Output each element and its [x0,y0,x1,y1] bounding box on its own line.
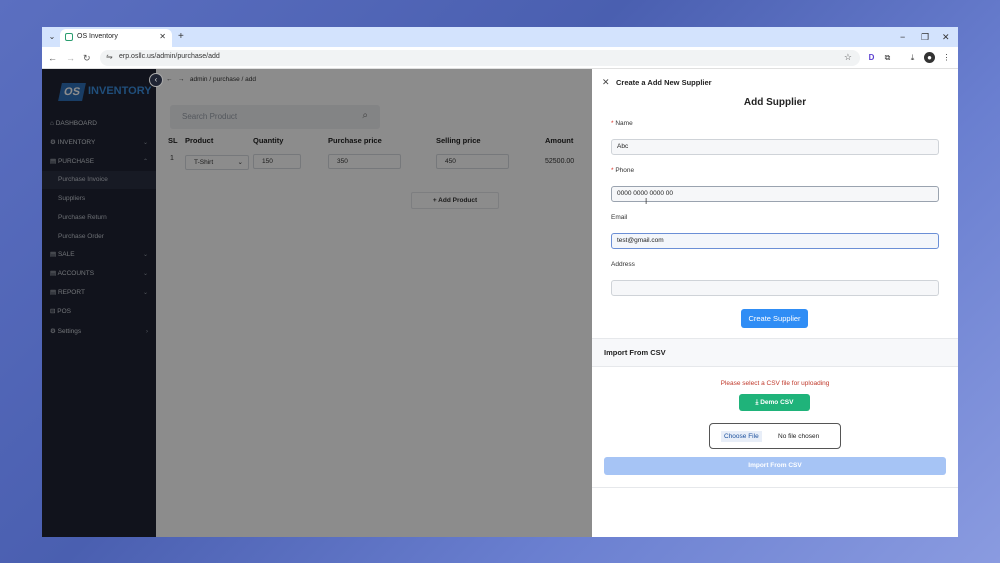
tab-close-icon[interactable]: ✕ [159,32,166,41]
extension-d-icon[interactable]: D [866,52,877,63]
reload-icon[interactable]: ↻ [83,52,91,64]
form-title: Add Supplier [743,97,807,108]
text-cursor-icon: I [645,197,648,206]
phone-label: * Phone [611,167,635,174]
phone-field[interactable]: 0000 0000 0000 00 [611,186,939,202]
tab-search-icon[interactable]: ⌄ [46,31,58,43]
phone-label-text: Phone [615,167,635,174]
extensions-puzzle-icon[interactable]: ⧉ [882,52,893,63]
browser-tab[interactable]: OS Inventory ✕ [60,29,172,47]
drawer-title: Create a Add New Supplier [616,78,712,87]
tab-title: OS Inventory [77,33,118,40]
name-label: * Name [611,120,633,127]
create-supplier-button[interactable]: Create Supplier [741,309,808,328]
minimize-icon[interactable]: − [900,31,905,43]
supplier-drawer: ✕ Create a Add New Supplier Add Supplier… [592,69,958,537]
url-input[interactable]: ⇋ erp.osllc.us/admin/purchase/add ☆ [100,50,860,66]
sidebar-collapse-button[interactable]: ‹ [149,73,163,87]
csv-title: Import From CSV [604,348,666,357]
drawer-bottom-divider [592,487,958,488]
url-text: erp.osllc.us/admin/purchase/add [119,53,220,60]
close-icon[interactable]: ✕ [602,77,610,88]
browser-menu-icon[interactable]: ⋮ [941,52,952,63]
bookmark-star-icon[interactable]: ☆ [844,52,852,63]
tab-bar: ⌄ OS Inventory ✕ + − ❐ ✕ [42,27,958,47]
demo-csv-button[interactable]: ⤓ Demo CSV [739,394,810,411]
download-icon[interactable]: ⤓ [907,52,918,63]
name-field[interactable]: Abc [611,139,939,155]
address-bar: ← → ↻ ⇋ erp.osllc.us/admin/purchase/add … [42,47,958,69]
csv-section-header: Import From CSV [592,339,958,367]
choose-file-button[interactable]: Choose File [721,431,762,442]
new-tab-icon[interactable]: + [178,31,184,43]
browser-window: ⌄ OS Inventory ✕ + − ❐ ✕ ← → ↻ ⇋ erp.osl… [42,27,958,537]
email-label: Email [611,214,628,221]
csv-message: Please select a CSV file for uploading [720,380,830,387]
site-info-icon[interactable]: ⇋ [106,52,113,61]
profile-avatar[interactable]: ● [924,52,935,63]
favicon-icon [65,33,73,41]
import-csv-button[interactable]: Import From CSV [604,457,946,475]
address-label: Address [611,261,635,268]
phone-value: 0000 0000 0000 00 [617,190,674,197]
app-area: OS INVENTORY ⌂ DASHBOARD ⚙ INVENTORY ⌄ ▤ … [42,69,958,537]
name-label-text: Name [615,120,633,127]
forward-icon[interactable]: → [66,52,75,64]
modal-overlay[interactable] [42,69,592,537]
email-field[interactable]: test@gmail.com [611,233,939,249]
email-value: test@gmail.com [617,237,664,244]
back-icon[interactable]: ← [48,52,57,64]
restore-icon[interactable]: ❐ [921,31,929,43]
file-status: No file chosen [778,433,820,440]
close-window-icon[interactable]: ✕ [942,31,950,43]
file-input[interactable]: Choose File No file chosen [709,423,841,449]
address-field[interactable] [611,280,939,296]
name-value: Abc [617,143,629,150]
